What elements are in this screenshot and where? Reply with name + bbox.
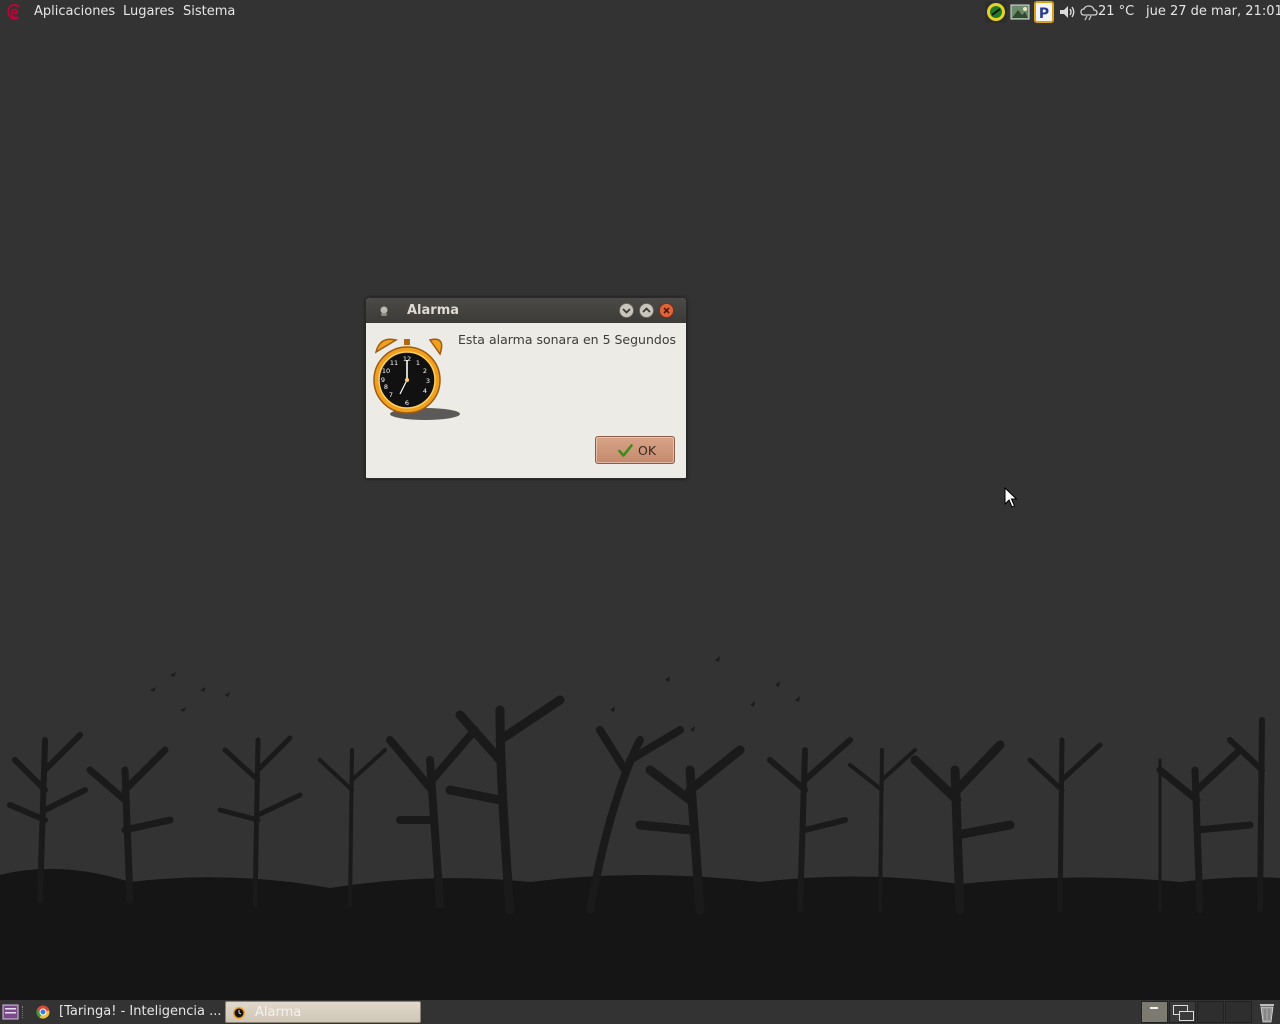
alarm-clock-small-icon — [233, 1007, 245, 1019]
menu-sistema[interactable]: Sistema — [183, 4, 235, 20]
menu-aplicaciones[interactable]: Aplicaciones — [34, 4, 115, 20]
chrome-icon — [36, 1005, 50, 1019]
window-menu-icon[interactable] — [378, 305, 390, 317]
alarm-dialog: Alarma 1212 346 789 1011 Esta alarma — [365, 297, 687, 479]
svg-text:10: 10 — [382, 367, 390, 375]
workspace-1[interactable] — [1141, 1001, 1168, 1023]
show-desktop-icon[interactable] — [2, 1002, 20, 1022]
close-icon[interactable] — [659, 303, 674, 318]
svg-text:9: 9 — [381, 376, 385, 384]
workspace-3[interactable] — [1197, 1001, 1224, 1023]
task-label-taringa: [Taringa! - Inteligencia ... — [59, 1004, 222, 1019]
svg-text:4: 4 — [423, 387, 427, 395]
weather-temperature[interactable]: 21 °C — [1098, 4, 1134, 20]
image-viewer-icon[interactable] — [1009, 1, 1031, 23]
parking-icon[interactable]: P — [1033, 1, 1055, 23]
clock[interactable]: jue 27 de mar, 21:01 — [1146, 4, 1280, 20]
maximize-icon[interactable] — [639, 303, 654, 318]
svg-text:11: 11 — [390, 359, 398, 367]
svg-text:3: 3 — [426, 377, 430, 385]
workspace-2[interactable] — [1169, 1001, 1196, 1023]
bottom-panel: [Taringa! - Inteligencia ... Alarma — [0, 1000, 1280, 1024]
alarm-clock-icon: 12 12 346 789 1011 — [373, 338, 460, 420]
ok-button-label: OK — [638, 443, 657, 458]
svg-text:6: 6 — [405, 399, 409, 407]
minimize-icon[interactable] — [619, 303, 634, 318]
panel-handle[interactable] — [22, 1006, 25, 1018]
svg-text:2: 2 — [423, 367, 427, 375]
svg-text:1: 1 — [416, 359, 420, 367]
debian-logo-icon[interactable] — [5, 2, 25, 22]
task-button-taringa[interactable]: [Taringa! - Inteligencia ... — [30, 1001, 222, 1023]
checkmark-icon — [618, 444, 633, 457]
menu-lugares[interactable]: Lugares — [123, 4, 174, 20]
network-icon[interactable] — [985, 1, 1007, 23]
wallpaper-forest — [0, 656, 1280, 1000]
top-panel: Aplicaciones Lugares Sistema P 21 °C jue… — [0, 0, 1280, 24]
svg-text:8: 8 — [384, 383, 388, 391]
dialog-titlebar[interactable]: Alarma — [366, 298, 686, 323]
volume-icon[interactable] — [1057, 1, 1079, 23]
trash-icon[interactable] — [1257, 1001, 1277, 1023]
task-button-alarma[interactable]: Alarma — [225, 1001, 421, 1023]
dialog-title: Alarma — [407, 303, 460, 318]
ok-button[interactable]: OK — [595, 436, 675, 464]
workspace-4[interactable] — [1225, 1001, 1252, 1023]
mouse-pointer-icon — [1004, 487, 1018, 508]
svg-text:P: P — [1039, 6, 1049, 22]
dialog-message: Esta alarma sonara en 5 Segundos — [458, 332, 676, 347]
svg-text:7: 7 — [389, 391, 393, 399]
task-label-alarma: Alarma — [255, 1005, 302, 1020]
